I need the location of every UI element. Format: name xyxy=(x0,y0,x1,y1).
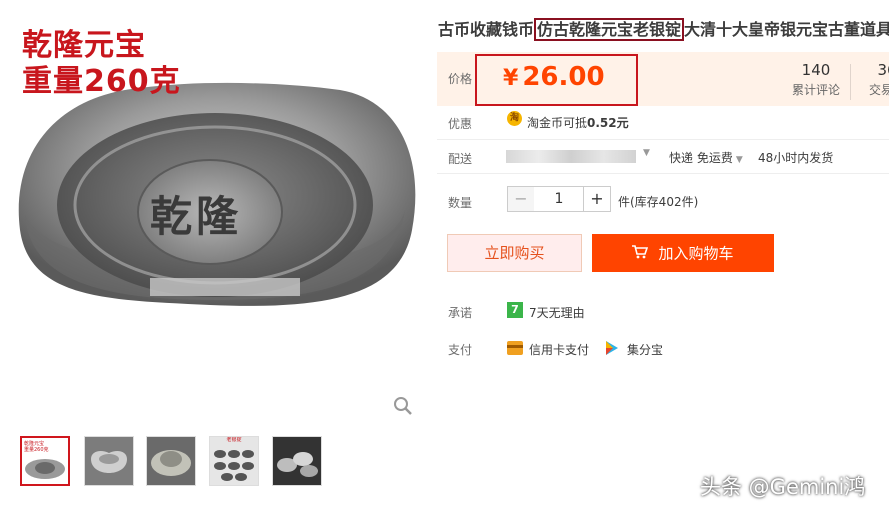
image-overlay-text: 乾隆元宝 重量260克 xyxy=(22,28,181,100)
buy-now-button[interactable]: 立即购买 xyxy=(447,234,582,272)
jifenbao-icon xyxy=(606,341,618,355)
shipping-dispatch: 48小时内发货 xyxy=(758,151,834,165)
transactions-stat[interactable]: 36 交易成 xyxy=(857,61,889,98)
reviews-stat[interactable]: 140 累计评论 xyxy=(786,61,846,98)
seven-day-return-icon: 7 xyxy=(507,302,523,318)
watermark: 头条 @Gemini鸿 xyxy=(700,475,866,499)
shipping-label: 配送 xyxy=(448,152,473,166)
add-to-cart-label: 加入购物车 xyxy=(658,244,734,263)
zoom-icon[interactable] xyxy=(392,395,414,417)
promise-text[interactable]: 7天无理由 xyxy=(529,304,585,321)
credit-card-text[interactable]: 信用卡支付 xyxy=(529,341,589,358)
chevron-down-icon[interactable]: ▼ xyxy=(643,148,650,158)
reviews-count: 140 xyxy=(801,61,831,79)
payment-label: 支付 xyxy=(448,343,473,357)
overlay-line-name: 乾隆元宝 xyxy=(22,28,146,63)
jifenbao-text[interactable]: 集分宝 xyxy=(627,341,663,358)
credit-card-icon xyxy=(507,341,523,355)
thumbnail-5[interactable] xyxy=(272,436,322,486)
stock-text: 件(库存402件) xyxy=(618,195,699,209)
reviews-label: 累计评论 xyxy=(791,83,840,97)
chevron-down-icon: ▼ xyxy=(735,155,743,165)
quantity-label: 数量 xyxy=(448,196,473,210)
section-divider xyxy=(437,173,889,174)
transactions-label: 交易成 xyxy=(868,83,889,97)
add-to-cart-button[interactable]: 加入购物车 xyxy=(592,234,774,272)
title-highlight: 仿古乾隆元宝老银锭 xyxy=(534,18,685,41)
promo-text: 淘金币可抵0.52元 xyxy=(527,114,629,131)
thumbnail-4[interactable]: 老银锭 xyxy=(209,436,259,486)
thumbnail-2[interactable] xyxy=(84,436,134,486)
quantity-increment-button[interactable]: + xyxy=(583,186,611,212)
transactions-count: 36 xyxy=(877,61,889,79)
thumbnail-caption: 乾隆元宝 重量260克 xyxy=(24,441,49,453)
title-prefix: 古币收藏钱币 xyxy=(438,20,535,39)
product-title: 古币收藏钱币 仿古乾隆元宝老银锭 大清十大皇帝银元宝古董道具 xyxy=(438,16,889,44)
currency-symbol: ¥ xyxy=(503,66,519,91)
promo-amount: 0.52元 xyxy=(587,116,629,130)
price-value: ¥26.00 xyxy=(503,60,605,96)
quantity-input[interactable] xyxy=(534,186,584,212)
thumbnail-caption: 老银锭 xyxy=(226,437,242,443)
title-suffix: 大清十大皇帝银元宝古董道具 xyxy=(684,20,889,39)
stat-divider xyxy=(850,64,851,100)
overlay-line-weight: 重量260克 xyxy=(22,64,181,99)
promo-label: 优惠 xyxy=(448,117,473,131)
thumbnail-3[interactable] xyxy=(146,436,196,486)
section-divider xyxy=(437,139,889,140)
shipping-method[interactable]: 快递 免运费 ▼ xyxy=(669,149,743,166)
ingot-inscription: 乾隆 xyxy=(150,192,243,241)
blurred-shipping-origin xyxy=(506,150,636,163)
cart-icon xyxy=(632,235,649,273)
taobao-coin-icon: 淘 xyxy=(507,111,522,126)
thumbnail-1[interactable]: 乾隆元宝 重量260克 xyxy=(20,436,70,486)
price-amount: 26.00 xyxy=(522,62,605,92)
price-label: 价格 xyxy=(448,72,473,86)
promise-label: 承诺 xyxy=(448,306,473,320)
promo-prefix: 淘金币可抵 xyxy=(527,116,588,130)
quantity-decrement-button[interactable]: − xyxy=(507,186,535,212)
